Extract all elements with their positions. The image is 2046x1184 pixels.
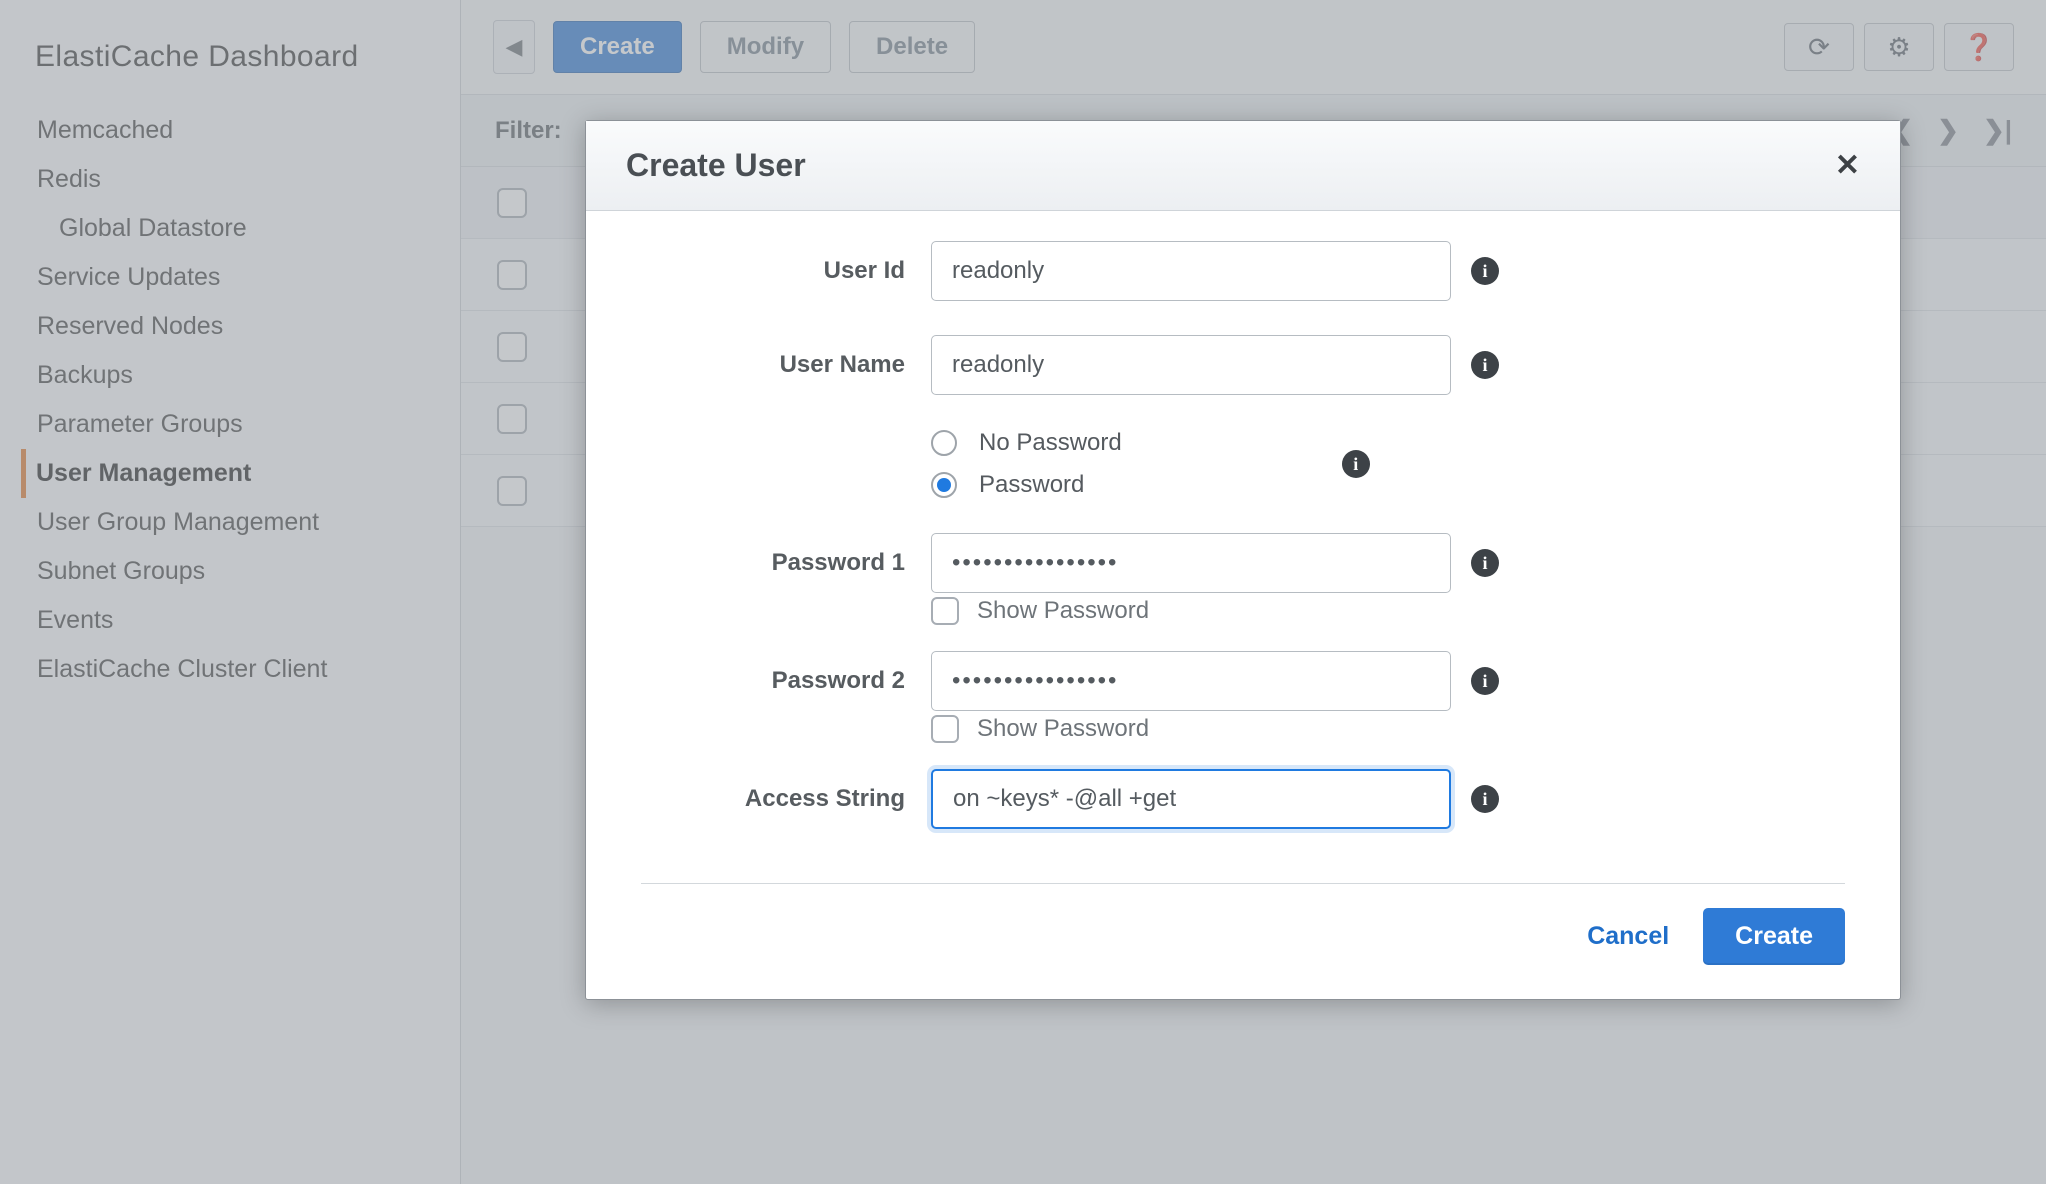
close-icon[interactable]: ✕ [1835, 148, 1860, 183]
password2-label: Password 2 [641, 667, 931, 695]
show-password2-checkbox[interactable] [931, 715, 959, 743]
show-password2-label: Show Password [977, 715, 1149, 743]
password1-input[interactable] [931, 533, 1451, 593]
show-password1-checkbox[interactable] [931, 597, 959, 625]
no-password-radio[interactable] [931, 430, 957, 456]
password1-label: Password 1 [641, 549, 931, 577]
modal-body: User Id i User Name i No Password Passwo… [586, 211, 1900, 873]
modal-header: Create User ✕ [586, 121, 1900, 211]
cancel-button[interactable]: Cancel [1587, 922, 1669, 951]
show-password1-label: Show Password [977, 597, 1149, 625]
password-radio-label: Password [979, 471, 1084, 499]
password2-input[interactable] [931, 651, 1451, 711]
create-user-dialog: Create User ✕ User Id i User Name i No P… [585, 120, 1901, 1000]
info-icon[interactable]: i [1342, 450, 1370, 478]
user-name-label: User Name [641, 351, 931, 379]
info-icon[interactable]: i [1471, 257, 1499, 285]
access-string-label: Access String [641, 785, 931, 813]
info-icon[interactable]: i [1471, 549, 1499, 577]
password-radio[interactable] [931, 472, 957, 498]
info-icon[interactable]: i [1471, 351, 1499, 379]
user-id-input[interactable] [931, 241, 1451, 301]
info-icon[interactable]: i [1471, 667, 1499, 695]
modal-title: Create User [626, 147, 806, 184]
submit-create-button[interactable]: Create [1703, 908, 1845, 965]
user-id-label: User Id [641, 257, 931, 285]
user-name-input[interactable] [931, 335, 1451, 395]
modal-footer: Cancel Create [641, 883, 1845, 999]
info-icon[interactable]: i [1471, 785, 1499, 813]
no-password-radio-label: No Password [979, 429, 1122, 457]
access-string-input[interactable] [931, 769, 1451, 829]
